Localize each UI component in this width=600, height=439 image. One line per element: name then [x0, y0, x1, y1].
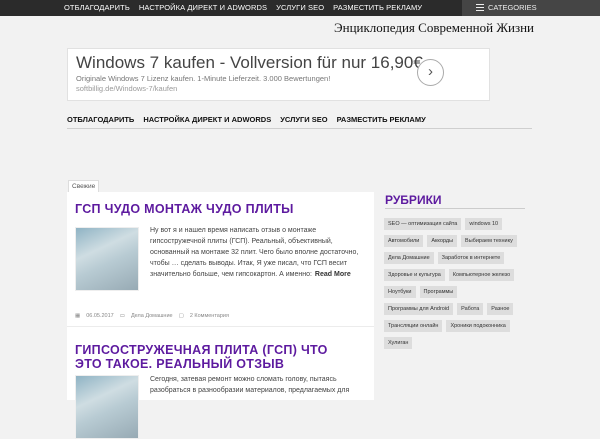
ad-url[interactable]: softbillig.de/Windows-7/kaufen — [76, 84, 177, 93]
sidebar-title: Рубрики — [385, 193, 442, 207]
tag-seo[interactable]: SEO — оптимизация сайта — [384, 218, 462, 230]
tag-home-affairs[interactable]: Дела Домашние — [384, 252, 434, 264]
main-nav-direct-adwords[interactable]: Настройка Директ и AdWords — [143, 113, 271, 127]
nav-divider — [67, 128, 532, 129]
top-nav-advertise[interactable]: Разместить рекламу — [333, 0, 422, 16]
tag-health-culture[interactable]: Здоровье и культура — [384, 269, 445, 281]
menu-icon — [476, 4, 484, 11]
tag-cars[interactable]: Автомобили — [384, 235, 424, 247]
tag-live-streams[interactable]: Трансляции онлайн — [384, 320, 443, 332]
post-title[interactable]: Гипсостружечная плита (ГСП) что это тако… — [75, 343, 335, 371]
folder-icon: ▭ — [119, 313, 125, 319]
tag-misc[interactable]: Разное — [487, 303, 514, 315]
tag-earning-online[interactable]: Заработок в интернете — [437, 252, 505, 264]
main-nav-advertise[interactable]: Разместить рекламу — [337, 113, 426, 127]
tag-windowsill-chronicles[interactable]: Хроники подоконника — [446, 320, 510, 332]
tag-chords[interactable]: Аккорды — [427, 235, 458, 247]
tag-computer-hardware[interactable]: Компьютерное железо — [448, 269, 515, 281]
top-nav-thank[interactable]: Отблагодарить — [64, 0, 130, 16]
tag-programs[interactable]: Программы — [419, 286, 458, 298]
category-tags: SEO — оптимизация сайта windows 10 Автом… — [384, 218, 534, 354]
tag-laptops[interactable]: Ноутбуки — [384, 286, 416, 298]
tag-choosing-tech[interactable]: Выбираем технику — [461, 235, 517, 247]
ad-description: Originale Windows 7 Lizenz kaufen. 1-Min… — [76, 74, 331, 83]
post-meta: ▦ 06.05.2017 ▭ Дела Домашние ▢ 2 Комментари… — [75, 313, 235, 319]
post-excerpt: Сегодня, затевая ремонт можно сломать го… — [150, 376, 350, 394]
post-thumbnail[interactable] — [75, 375, 139, 439]
main-navigation: Отблагодарить Настройка Директ и AdWords… — [67, 113, 435, 127]
post-date: 06.05.2017 — [86, 313, 114, 319]
site-title[interactable]: Энциклопедия Современной Жизни — [334, 20, 534, 36]
tag-windows-10[interactable]: windows 10 — [465, 218, 503, 230]
read-more-link[interactable]: Read More — [315, 271, 351, 278]
categories-button[interactable]: CATEGORIES — [462, 0, 600, 16]
post-category[interactable]: Дела Домашние — [131, 313, 173, 319]
tag-hooligan[interactable]: Хулиган — [384, 337, 413, 349]
post-title[interactable]: ГСП чудо монтаж чудо плиты — [75, 202, 365, 216]
calendar-icon: ▦ — [75, 313, 81, 319]
categories-label: CATEGORIES — [488, 3, 537, 12]
ad-title[interactable]: Windows 7 kaufen - Vollversion für nur 1… — [76, 53, 423, 73]
post-excerpt: Ну вот я и нашел время написать отзыв о … — [150, 225, 366, 280]
tag-android-programs[interactable]: Программы для Android — [384, 303, 454, 315]
tag-work[interactable]: Работа — [457, 303, 484, 315]
ad-arrow-icon[interactable]: › — [417, 59, 444, 86]
post-thumbnail[interactable] — [75, 227, 139, 291]
top-nav-seo-services[interactable]: Услуги SEO — [276, 0, 324, 16]
main-nav-seo-services[interactable]: Услуги SEO — [280, 113, 327, 127]
main-nav-thank[interactable]: Отблагодарить — [67, 113, 134, 127]
post-comments[interactable]: 2 Комментария — [190, 313, 229, 319]
post-divider — [67, 326, 374, 327]
comments-icon: ▢ — [178, 313, 184, 319]
top-bar: Отблагодарить Настройка Директ и AdWords… — [0, 0, 600, 16]
sidebar-divider — [385, 208, 525, 209]
posts-area: ГСП чудо монтаж чудо плиты Ну вот я и на… — [67, 192, 374, 439]
top-navigation: Отблагодарить Настройка Директ и AdWords… — [64, 0, 431, 16]
top-nav-direct-adwords[interactable]: Настройка Директ и AdWords — [139, 0, 267, 16]
